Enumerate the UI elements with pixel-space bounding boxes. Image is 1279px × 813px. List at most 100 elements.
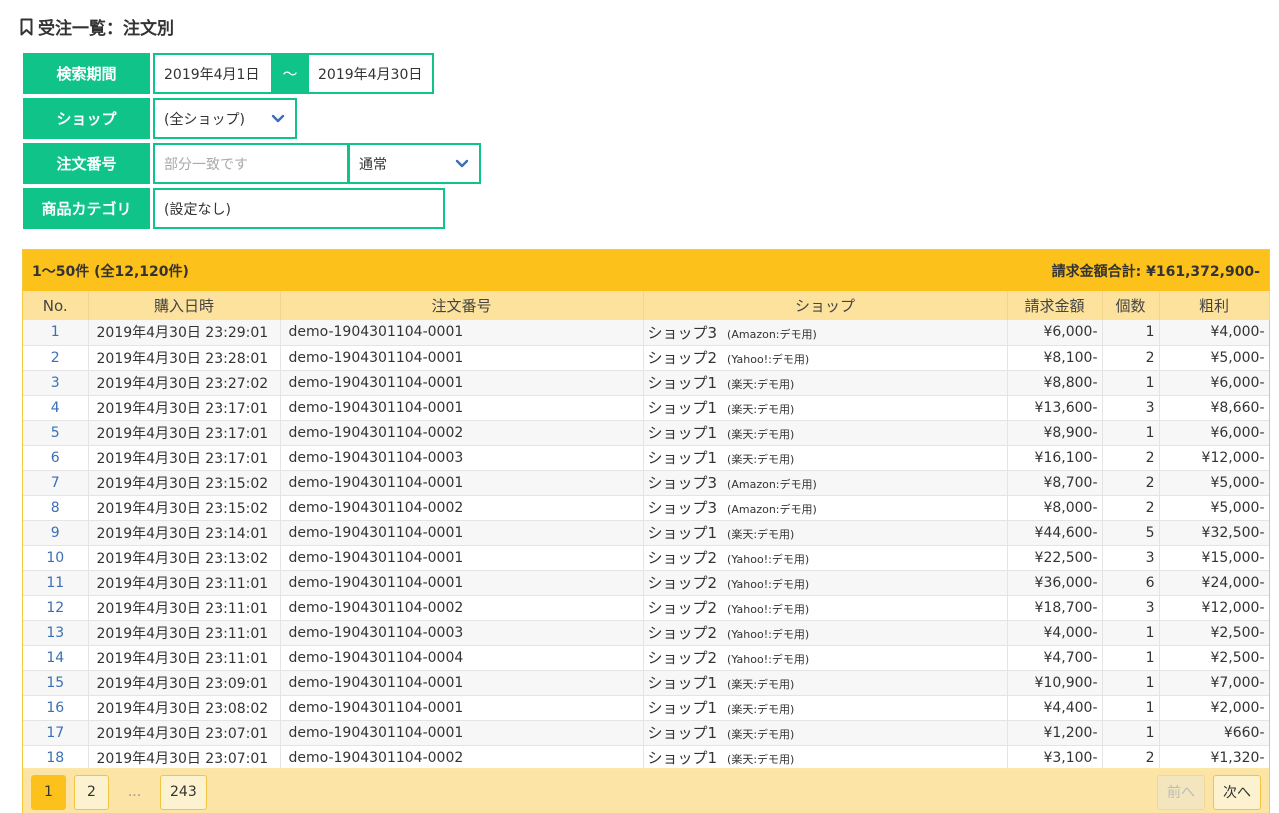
shop-channel: (Yahoo!:デモ用) xyxy=(727,553,810,566)
col-profit[interactable]: 粗利 xyxy=(1159,291,1270,320)
shop-name: ショップ1 xyxy=(647,699,718,717)
order-number: demo-1904301104-0002 xyxy=(280,745,644,768)
row-number-link[interactable]: 4 xyxy=(23,395,89,421)
search-filters: 検索期間 2019年4月1日 〜 2019年4月30日 ショップ (全ショップ)… xyxy=(23,53,481,233)
result-range: 1〜50件 (全12,120件) xyxy=(32,263,189,280)
col-quantity[interactable]: 個数 xyxy=(1102,291,1160,320)
table-row[interactable]: 5 2019年4月30日 23:17:01 demo-1904301104-0002… xyxy=(23,420,1269,446)
date-from-input[interactable]: 2019年4月1日 xyxy=(153,53,273,94)
gross-profit: ¥5,000- xyxy=(1159,470,1269,496)
table-row[interactable]: 18 2019年4月30日 23:07:01 demo-1904301104-000… xyxy=(23,745,1269,768)
filter-row-order: 注文番号 部分一致です 通常 xyxy=(23,143,481,184)
row-number-link[interactable]: 18 xyxy=(23,745,89,768)
category-select[interactable]: (設定なし) xyxy=(153,188,445,229)
purchase-date: 2019年4月30日 23:09:01 xyxy=(88,670,281,696)
row-number-link[interactable]: 8 xyxy=(23,495,89,521)
row-number-link[interactable]: 14 xyxy=(23,645,89,671)
invoice-amount: ¥3,100- xyxy=(1007,745,1103,768)
shop-cell: ショップ1 (楽天:デモ用) xyxy=(643,520,1008,546)
invoice-amount: ¥8,900- xyxy=(1007,420,1103,446)
row-number-link[interactable]: 10 xyxy=(23,545,89,571)
table-row[interactable]: 12 2019年4月30日 23:11:01 demo-1904301104-000… xyxy=(23,595,1269,621)
total-amount: 請求金額合計: ¥161,372,900- xyxy=(1051,263,1260,280)
table-row[interactable]: 3 2019年4月30日 23:27:02 demo-1904301104-0001… xyxy=(23,370,1269,396)
table-row[interactable]: 11 2019年4月30日 23:11:01 demo-1904301104-000… xyxy=(23,570,1269,596)
quantity: 1 xyxy=(1102,720,1160,746)
table-row[interactable]: 14 2019年4月30日 23:11:01 demo-1904301104-000… xyxy=(23,645,1269,671)
table-row[interactable]: 9 2019年4月30日 23:14:01 demo-1904301104-0001… xyxy=(23,520,1269,546)
row-number-link[interactable]: 1 xyxy=(23,320,89,346)
table-row[interactable]: 6 2019年4月30日 23:17:01 demo-1904301104-0003… xyxy=(23,445,1269,471)
invoice-amount: ¥1,200- xyxy=(1007,720,1103,746)
order-number: demo-1904301104-0001 xyxy=(280,520,644,546)
gross-profit: ¥32,500- xyxy=(1159,520,1269,546)
table-row[interactable]: 8 2019年4月30日 23:15:02 demo-1904301104-0002… xyxy=(23,495,1269,521)
next-button[interactable]: 次へ xyxy=(1213,774,1261,810)
order-number-input[interactable]: 部分一致です xyxy=(153,143,349,184)
shop-cell: ショップ1 (楽天:デモ用) xyxy=(643,745,1008,768)
shop-name: ショップ1 xyxy=(647,524,718,542)
table-row[interactable]: 15 2019年4月30日 23:09:01 demo-1904301104-000… xyxy=(23,670,1269,696)
table-row[interactable]: 1 2019年4月30日 23:29:01 demo-1904301104-0001… xyxy=(23,320,1269,346)
invoice-amount: ¥22,500- xyxy=(1007,545,1103,571)
order-number: demo-1904301104-0001 xyxy=(280,345,644,371)
row-number-link[interactable]: 12 xyxy=(23,595,89,621)
invoice-amount: ¥16,100- xyxy=(1007,445,1103,471)
table-row[interactable]: 17 2019年4月30日 23:07:01 demo-1904301104-000… xyxy=(23,720,1269,746)
table-body-scroll[interactable]: 1 2019年4月30日 23:29:01 demo-1904301104-0001… xyxy=(23,320,1269,768)
shop-channel: (楽天:デモ用) xyxy=(727,403,795,416)
quantity: 1 xyxy=(1102,645,1160,671)
purchase-date: 2019年4月30日 23:29:01 xyxy=(88,320,281,346)
gross-profit: ¥15,000- xyxy=(1159,545,1269,571)
page-title: 受注一覧：注文別 xyxy=(20,14,174,39)
table-row[interactable]: 16 2019年4月30日 23:08:02 demo-1904301104-000… xyxy=(23,695,1269,721)
row-number-link[interactable]: 9 xyxy=(23,520,89,546)
invoice-amount: ¥6,000- xyxy=(1007,320,1103,346)
table-row[interactable]: 2 2019年4月30日 23:28:01 demo-1904301104-0001… xyxy=(23,345,1269,371)
table-row[interactable]: 13 2019年4月30日 23:11:01 demo-1904301104-000… xyxy=(23,620,1269,646)
row-number-link[interactable]: 3 xyxy=(23,370,89,396)
shop-channel: (楽天:デモ用) xyxy=(727,753,795,766)
page-button-1[interactable]: 1 xyxy=(31,774,66,810)
shop-channel: (楽天:デモ用) xyxy=(727,703,795,716)
row-number-link[interactable]: 15 xyxy=(23,670,89,696)
col-shop[interactable]: ショップ xyxy=(643,291,1008,320)
row-number-link[interactable]: 13 xyxy=(23,620,89,646)
quantity: 1 xyxy=(1102,670,1160,696)
shop-channel: (Amazon:デモ用) xyxy=(727,327,817,341)
invoice-amount: ¥8,000- xyxy=(1007,495,1103,521)
row-number-link[interactable]: 11 xyxy=(23,570,89,596)
row-number-link[interactable]: 5 xyxy=(23,420,89,446)
order-number: demo-1904301104-0002 xyxy=(280,495,644,521)
purchase-date: 2019年4月30日 23:14:01 xyxy=(88,520,281,546)
col-purchase-date[interactable]: 購入日時 xyxy=(88,291,281,320)
purchase-date: 2019年4月30日 23:07:01 xyxy=(88,720,281,746)
table-row[interactable]: 7 2019年4月30日 23:15:02 demo-1904301104-0001… xyxy=(23,470,1269,496)
quantity: 1 xyxy=(1102,320,1160,346)
gross-profit: ¥5,000- xyxy=(1159,345,1269,371)
order-mode-select[interactable]: 通常 xyxy=(349,143,481,184)
page-button-last[interactable]: 243 xyxy=(160,774,207,810)
gross-profit: ¥6,000- xyxy=(1159,370,1269,396)
chevron-down-icon xyxy=(270,113,286,125)
table-row[interactable]: 10 2019年4月30日 23:13:02 demo-1904301104-000… xyxy=(23,545,1269,571)
col-no[interactable]: No. xyxy=(23,291,89,320)
row-number-link[interactable]: 17 xyxy=(23,720,89,746)
shop-select[interactable]: (全ショップ) xyxy=(153,98,297,139)
table-header-row: No. 購入日時 注文番号 ショップ 請求金額 個数 粗利 xyxy=(23,291,1270,320)
shop-cell: ショップ3 (Amazon:デモ用) xyxy=(643,470,1008,496)
prev-button[interactable]: 前へ xyxy=(1157,774,1205,810)
date-to-input[interactable]: 2019年4月30日 xyxy=(307,53,434,94)
order-number: demo-1904301104-0003 xyxy=(280,620,644,646)
purchase-date: 2019年4月30日 23:08:02 xyxy=(88,695,281,721)
purchase-date: 2019年4月30日 23:28:01 xyxy=(88,345,281,371)
row-number-link[interactable]: 6 xyxy=(23,445,89,471)
row-number-link[interactable]: 7 xyxy=(23,470,89,496)
col-order-number[interactable]: 注文番号 xyxy=(280,291,644,320)
row-number-link[interactable]: 16 xyxy=(23,695,89,721)
quantity: 3 xyxy=(1102,595,1160,621)
table-row[interactable]: 4 2019年4月30日 23:17:01 demo-1904301104-0001… xyxy=(23,395,1269,421)
row-number-link[interactable]: 2 xyxy=(23,345,89,371)
col-amount[interactable]: 請求金額 xyxy=(1007,291,1103,320)
page-button-2[interactable]: 2 xyxy=(74,774,109,810)
